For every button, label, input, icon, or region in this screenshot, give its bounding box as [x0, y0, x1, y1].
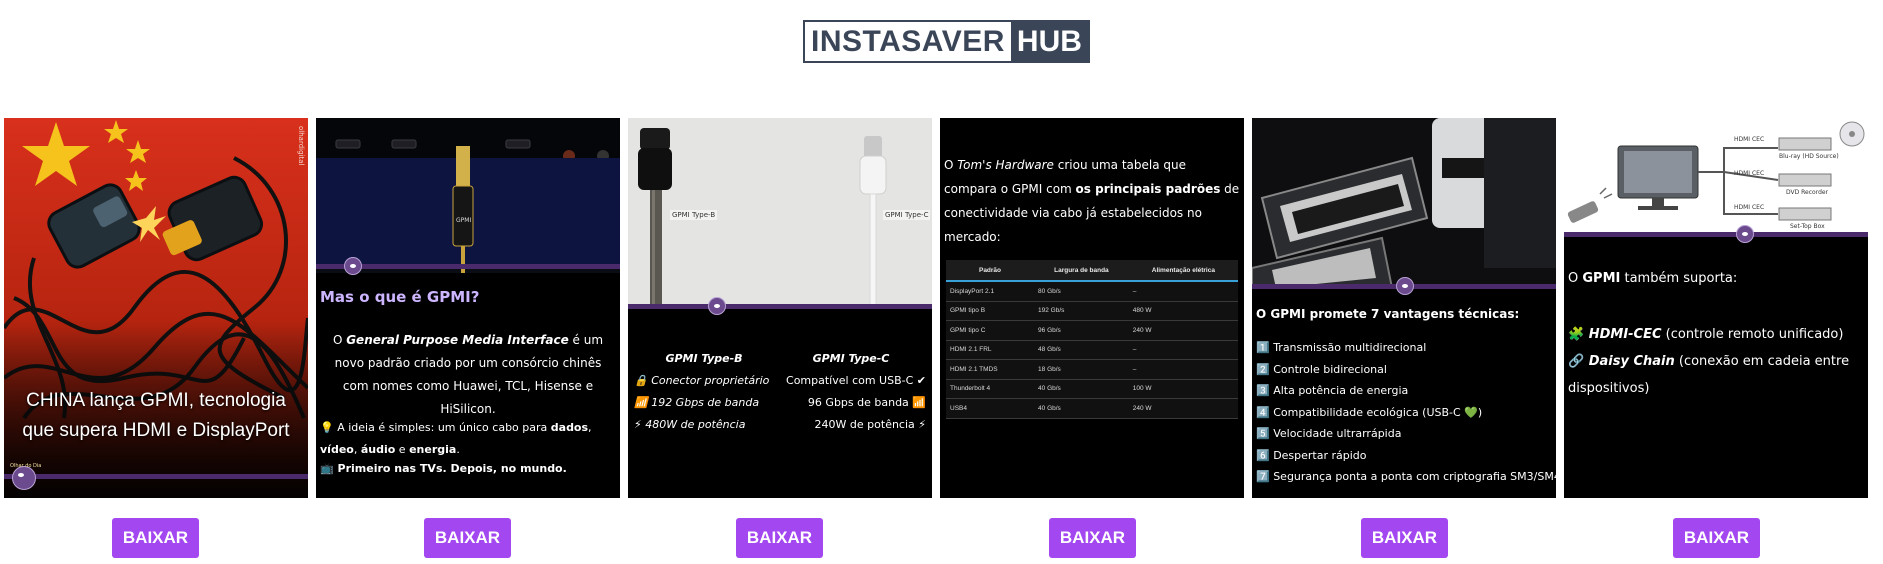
channel-stamp	[12, 466, 36, 490]
table-cell: HDMI 2.1 TMDS	[946, 359, 1035, 380]
table-cell: HDMI 2.1 FRL	[946, 340, 1035, 360]
slide-2-paragraph-2: 💡 A ideia é simples: um único cabo para …	[320, 421, 592, 456]
table-header: Largura de banda	[1034, 260, 1129, 282]
table-cell: GPMI tipo C	[946, 320, 1035, 341]
slide-indicator-dot	[344, 257, 362, 275]
table-cell: 480 W	[1128, 301, 1238, 321]
device-label: DVD Recorder	[1786, 189, 1829, 196]
list-item: 3️⃣ Alta potência de energia	[1256, 384, 1409, 397]
table-header: Padrão	[946, 260, 1035, 282]
table-cell: –	[1128, 359, 1238, 380]
table-cell: Thunderbolt 4	[946, 379, 1035, 399]
table-row: Thunderbolt 4 40 Gb/s 100 W	[946, 379, 1238, 399]
slide-indicator-dot	[1396, 277, 1414, 295]
type-b-column: GPMI Type-B 🔒 Conector proprietário 📶 19…	[634, 348, 774, 436]
cec-label: HDMI CEC	[1734, 136, 1765, 143]
table-header-row: Padrão Largura de banda Alimentação elét…	[946, 260, 1238, 282]
table-row: HDMI 2.1 FRL 48 Gb/s –	[946, 340, 1238, 360]
table-row: GPMI tipo B 192 Gb/s 480 W	[946, 301, 1238, 321]
table-cell: –	[1128, 340, 1238, 360]
list-item: 7️⃣ Segurança ponta a ponta com criptogr…	[1256, 470, 1556, 483]
carousel-slide-5: O GPMI promete 7 vantagens técnicas: 1️⃣…	[1252, 118, 1556, 498]
comparison-table: Padrão Largura de banda Alimentação elét…	[946, 260, 1238, 419]
slide-indicator-dot	[1736, 225, 1754, 243]
slide-6-cec-diagram	[1564, 118, 1868, 236]
table-cell: 18 Gb/s	[1034, 359, 1129, 380]
type-b-feature: ⚡ 480W de potência	[634, 418, 746, 431]
table-header: Alimentação elétrica	[1128, 260, 1238, 282]
cec-label: HDMI CEC	[1734, 170, 1765, 177]
logo-text-instasaver: INSTASAVER	[811, 24, 1005, 58]
slide-5-image	[1252, 118, 1556, 288]
slide-2-image	[316, 118, 620, 273]
carousel-slide-3: GPMI Type-B GPMI Type-C GPMI Type-B 🔒 Co…	[628, 118, 932, 498]
table-row: USB4 40 Gb/s 240 W	[946, 398, 1238, 419]
table-cell: 40 Gb/s	[1034, 398, 1129, 419]
slide-progress-bar	[628, 304, 932, 309]
table-row: HDMI 2.1 TMDS 18 Gb/s –	[946, 359, 1238, 380]
table-cell: 48 Gb/s	[1034, 340, 1129, 360]
table-cell: USB4	[946, 398, 1035, 419]
slide-2-paragraph-1: O General Purpose Media Interface é um n…	[332, 333, 604, 416]
slide-1-headline: CHINA lança GPMI, tecnologia que supera …	[22, 390, 290, 441]
slide-5-heading: O GPMI promete 7 vantagens técnicas:	[1256, 307, 1520, 321]
logo-text-hub: HUB	[1010, 22, 1088, 61]
slide-indicator-dot	[708, 297, 726, 315]
table-cell: 240 W	[1128, 398, 1238, 419]
table-cell: DisplayPort 2.1	[946, 281, 1035, 302]
table-cell: 192 Gb/s	[1034, 301, 1129, 321]
carousel-slide-2: GPMI Mas o que é GPMI? O General Purpose…	[316, 118, 620, 498]
table-cell: 96 Gb/s	[1034, 320, 1129, 341]
feature-hdmi-cec: 🧩 HDMI-CEC (controle remoto unificado)	[1568, 327, 1844, 342]
download-button-3[interactable]: BAIXAR	[736, 518, 823, 558]
type-b-title: GPMI Type-B	[665, 352, 743, 365]
carousel-slide-6: HDMI CEC HDMI CEC HDMI CEC Blu-ray (HD S…	[1564, 118, 1868, 498]
type-c-feature: 96 Gbps de banda 📶	[807, 396, 926, 409]
table-row: GPMI tipo C 96 Gb/s 240 W	[946, 320, 1238, 341]
download-button-4[interactable]: BAIXAR	[1049, 518, 1136, 558]
list-item: 4️⃣ Compatibilidade ecológica (USB-C 💚)	[1256, 405, 1483, 419]
download-button-2[interactable]: BAIXAR	[424, 518, 511, 558]
list-item: 6️⃣ Despertar rápido	[1256, 448, 1367, 462]
type-c-column: GPMI Type-C Compatível com USB-C ✔ 96 Gb…	[776, 348, 926, 436]
table-cell: GPMI tipo B	[946, 301, 1035, 321]
type-c-label: GPMI Type-C	[883, 210, 931, 220]
type-b-feature: 📶 192 Gbps de banda	[634, 396, 760, 409]
slide-progress-bar	[1564, 232, 1868, 237]
download-button-5[interactable]: BAIXAR	[1361, 518, 1448, 558]
site-logo[interactable]: INSTASAVER HUB	[803, 20, 1090, 63]
table-row: DisplayPort 2.1 80 Gb/s –	[946, 281, 1238, 302]
feature-daisy-chain: 🔗 Daisy Chain (conexão em cadeia entre d…	[1568, 354, 1850, 396]
slide-progress-bar	[4, 474, 308, 479]
device-label: Set-Top Box	[1790, 223, 1825, 230]
table-cell: 40 Gb/s	[1034, 379, 1129, 399]
slide-2-heading: Mas o que é GPMI?	[320, 288, 480, 306]
type-c-feature: Compatível com USB-C ✔	[786, 374, 926, 387]
download-button-6[interactable]: BAIXAR	[1673, 518, 1760, 558]
slide-2-paragraph-3: 📺 Primeiro nas TVs. Depois, no mundo.	[320, 462, 567, 475]
gpmi-port-label: GPMI	[456, 217, 472, 224]
device-label: Blu-ray (HD Source)	[1779, 153, 1839, 160]
type-c-title: GPMI Type-C	[812, 352, 890, 365]
carousel-slide-1: olhardigital CHINA lança GPMI, tecnologi…	[4, 118, 308, 498]
advantages-list: 1️⃣ Transmissão multidirecional 2️⃣ Cont…	[1256, 337, 1556, 488]
slide-4-intro: O Tom's Hardware criou uma tabela que co…	[944, 158, 1240, 244]
cec-label: HDMI CEC	[1734, 204, 1765, 211]
table-cell: 100 W	[1128, 379, 1238, 399]
list-item: 2️⃣ Controle bidirecional	[1256, 362, 1387, 376]
type-c-feature: 240W de potência ⚡	[814, 418, 926, 431]
list-item: 5️⃣ Velocidade ultrarrápida	[1256, 427, 1402, 440]
slide-1-stamp-text: Olhar do Dia	[10, 463, 42, 469]
download-button-1[interactable]: BAIXAR	[112, 518, 199, 558]
slide-1-side-text: olhardigital	[297, 126, 305, 166]
table-cell: 240 W	[1128, 320, 1238, 341]
carousel-slide-4: O Tom's Hardware criou uma tabela que co…	[940, 118, 1244, 498]
list-item: 1️⃣ Transmissão multidirecional	[1256, 341, 1427, 354]
type-b-label: GPMI Type-B	[670, 210, 718, 220]
table-cell: 80 Gb/s	[1034, 281, 1129, 302]
slide-6-intro: O GPMI também suporta:	[1568, 271, 1738, 286]
type-b-feature: 🔒 Conector proprietário	[634, 374, 770, 387]
table-cell: –	[1128, 281, 1238, 302]
